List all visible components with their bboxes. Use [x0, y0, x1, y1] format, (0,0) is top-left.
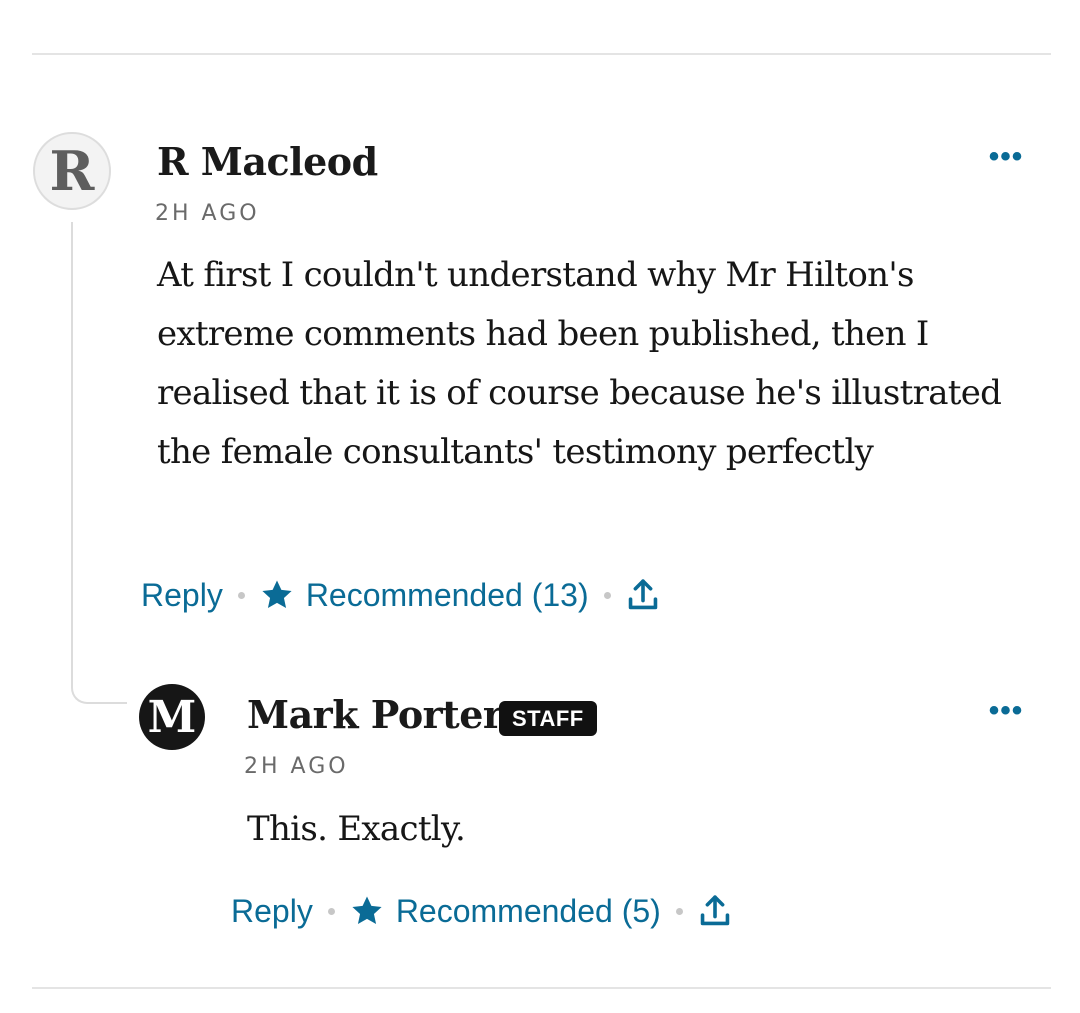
recommend-button[interactable]: Recommended (13) [260, 577, 589, 614]
share-icon[interactable] [626, 577, 660, 613]
reply-button[interactable]: Reply [231, 893, 313, 930]
recommend-button[interactable]: Recommended (5) [350, 893, 661, 930]
comment-author[interactable]: R Macleod [157, 139, 378, 184]
more-options-icon[interactable]: ••• [986, 696, 1026, 726]
avatar-initial: M [147, 691, 197, 743]
share-icon[interactable] [698, 893, 732, 929]
comment-actions: Reply Recommended (13) [141, 574, 660, 616]
comment-timestamp: 2H AGO [155, 201, 260, 226]
avatar[interactable]: R [33, 132, 111, 210]
reply-button[interactable]: Reply [141, 577, 223, 614]
avatar-initial: R [49, 139, 95, 203]
staff-badge: STAFF [499, 701, 597, 736]
comment-actions: Reply Recommended (5) [231, 890, 732, 932]
separator-dot [675, 907, 683, 915]
comment-timestamp: 2H AGO [244, 754, 349, 779]
avatar[interactable]: M [139, 684, 205, 750]
comment-body: This. Exactly. [247, 809, 466, 849]
bottom-divider [32, 987, 1051, 989]
star-icon [352, 896, 382, 925]
top-divider [32, 53, 1051, 55]
recommend-label: Recommended (5) [395, 892, 661, 929]
recommend-label: Recommended (13) [305, 576, 589, 613]
separator-dot [237, 591, 245, 599]
star-icon [262, 580, 292, 609]
comment-body: At first I couldn't understand why Mr Hi… [157, 255, 1002, 472]
comment-author[interactable]: Mark Porter [247, 692, 503, 737]
thread-connector-curve [71, 664, 127, 704]
separator-dot [327, 907, 335, 915]
more-options-icon[interactable]: ••• [986, 142, 1026, 172]
separator-dot [603, 591, 611, 599]
thread-connector-line [71, 222, 73, 684]
